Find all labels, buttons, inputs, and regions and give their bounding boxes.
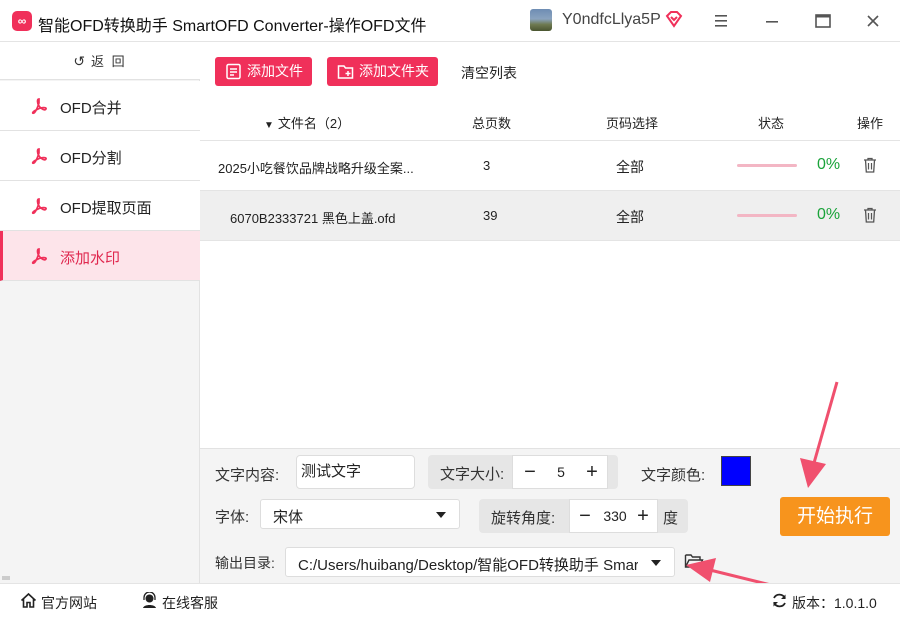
refresh-icon (773, 593, 786, 608)
scrollbar-stub[interactable] (2, 576, 10, 580)
font-size-increase-button[interactable]: + (581, 460, 603, 484)
font-family-label: 字体: (215, 509, 250, 526)
progress-percent: 0% (817, 156, 841, 173)
rotation-unit: 度 (663, 510, 679, 527)
sidebar-item-ofd-extract[interactable]: OFD提取页面 (0, 181, 200, 231)
online-service-label: 在线客服 (162, 595, 218, 611)
font-family-select[interactable]: 宋体 (260, 499, 460, 529)
add-folder-icon (337, 65, 354, 79)
page-count: 39 (483, 208, 498, 223)
username[interactable]: Y0ndfcLlya5P (562, 11, 661, 29)
sort-down-icon: ▼ (264, 120, 274, 131)
close-icon[interactable] (858, 6, 888, 36)
watermark-text-input[interactable]: 测试文字 (296, 455, 415, 489)
sidebar-item-ofd-merge[interactable]: OFD合并 (0, 81, 200, 131)
page-count: 3 (483, 158, 491, 173)
add-file-label: 添加文件 (247, 63, 303, 79)
rotation-value[interactable]: 330 (598, 508, 632, 524)
add-file-button[interactable]: 添加文件 (215, 57, 312, 86)
vip-diamond-icon[interactable] (664, 9, 684, 29)
official-site-link[interactable]: 官方网站 (20, 592, 97, 613)
font-size-value[interactable]: 5 (543, 464, 579, 480)
font-size-control: 文字大小: − 5 + (428, 455, 618, 489)
window-title: 智能OFD转换助手 SmartOFD Converter-操作OFD文件 (38, 18, 427, 35)
official-site-label: 官方网站 (41, 595, 97, 611)
file-name: 6070B2333721 黑色上盖.ofd (230, 211, 396, 226)
progress-bar (737, 214, 797, 217)
trash-icon[interactable] (863, 157, 877, 173)
rotation-increase-button[interactable]: + (632, 504, 654, 528)
trash-icon[interactable] (863, 207, 877, 223)
output-dir-value: C:/Users/huibang/Desktop/智能OFD转换助手 Smart… (298, 557, 638, 574)
sidebar-item-add-watermark[interactable]: 添加水印 (0, 231, 200, 281)
clear-list-button[interactable]: 清空列表 (461, 63, 517, 83)
pdf-icon (31, 98, 47, 115)
table-row[interactable]: 2025小吃餐饮品牌战略升级全案... 3 全部 0% (200, 141, 900, 191)
back-label: 返 回 (91, 54, 127, 69)
pdf-icon (31, 148, 47, 165)
pdf-icon (31, 198, 47, 215)
page-range-select[interactable]: 全部 (616, 157, 644, 177)
font-size-label: 文字大小: (440, 466, 505, 483)
version-label: 版本：1.0.1.0 (792, 595, 877, 611)
progress-percent: 0% (817, 206, 841, 223)
customer-service-icon (143, 592, 156, 608)
app-logo-icon: ∞ (12, 11, 32, 31)
add-folder-button[interactable]: 添加文件夹 (327, 57, 438, 86)
rotation-label: 旋转角度: (491, 510, 556, 527)
page-range-select[interactable]: 全部 (616, 207, 644, 227)
add-file-icon (226, 63, 241, 80)
font-size-decrease-button[interactable]: − (519, 460, 541, 484)
home-icon (20, 592, 37, 608)
chevron-down-icon (651, 560, 661, 566)
start-button[interactable]: 开始执行 (780, 497, 890, 536)
text-color-swatch[interactable] (721, 456, 751, 486)
folder-open-icon[interactable] (684, 552, 704, 570)
sidebar-item-label: 添加水印 (60, 250, 121, 267)
sidebar-item-label: OFD提取页面 (60, 200, 152, 217)
back-button[interactable]: ↺ 返 回 (0, 42, 200, 80)
rotation-stepper: − 330 + (569, 499, 658, 533)
rotation-decrease-button[interactable]: − (574, 504, 596, 528)
font-family-value: 宋体 (273, 509, 304, 526)
file-name: 2025小吃餐饮品牌战略升级全案... (218, 161, 414, 176)
footer: 官方网站 在线客服 版本：1.0.1.0 (0, 583, 900, 617)
add-folder-label: 添加文件夹 (359, 63, 429, 79)
title-bar: ∞ 智能OFD转换助手 SmartOFD Converter-操作OFD文件 Y… (0, 0, 900, 42)
chevron-down-icon (436, 512, 446, 518)
output-dir-select[interactable]: C:/Users/huibang/Desktop/智能OFD转换助手 Smart… (285, 547, 675, 577)
font-size-stepper: − 5 + (512, 455, 608, 489)
column-header-op: 操作 (857, 116, 884, 131)
sidebar-item-label: OFD合并 (60, 100, 122, 117)
progress-bar (737, 164, 797, 167)
column-header-name[interactable]: ▼ 文件名（2） (264, 113, 350, 132)
pdf-icon (31, 248, 47, 265)
version-info[interactable]: 版本：1.0.1.0 (771, 593, 877, 613)
back-arrow-icon: ↺ (73, 53, 88, 69)
table-row[interactable]: 6070B2333721 黑色上盖.ofd 39 全部 0% (200, 191, 900, 241)
text-content-label: 文字内容: (215, 467, 280, 484)
menu-icon[interactable] (706, 6, 736, 36)
column-header-pages: 总页数 (472, 116, 512, 131)
output-dir-label: 输出目录: (215, 555, 275, 571)
sidebar: ↺ 返 回 OFD合并 OFD分割 OFD提取页面 添加水印 (0, 42, 200, 583)
sidebar-item-label: OFD分割 (60, 150, 122, 167)
column-header-status: 状态 (758, 116, 785, 131)
online-service-link[interactable]: 在线客服 (141, 592, 218, 613)
rotation-control: 旋转角度: − 330 + 度 (479, 499, 688, 533)
minimize-icon[interactable] (757, 6, 787, 36)
file-table-header: ▼ 文件名（2） 总页数 页码选择 状态 操作 (200, 101, 900, 141)
maximize-icon[interactable] (808, 6, 838, 36)
text-color-label: 文字颜色: (641, 467, 706, 484)
user-avatar[interactable] (530, 9, 552, 31)
column-header-range: 页码选择 (606, 116, 659, 131)
sidebar-item-ofd-split[interactable]: OFD分割 (0, 131, 200, 181)
